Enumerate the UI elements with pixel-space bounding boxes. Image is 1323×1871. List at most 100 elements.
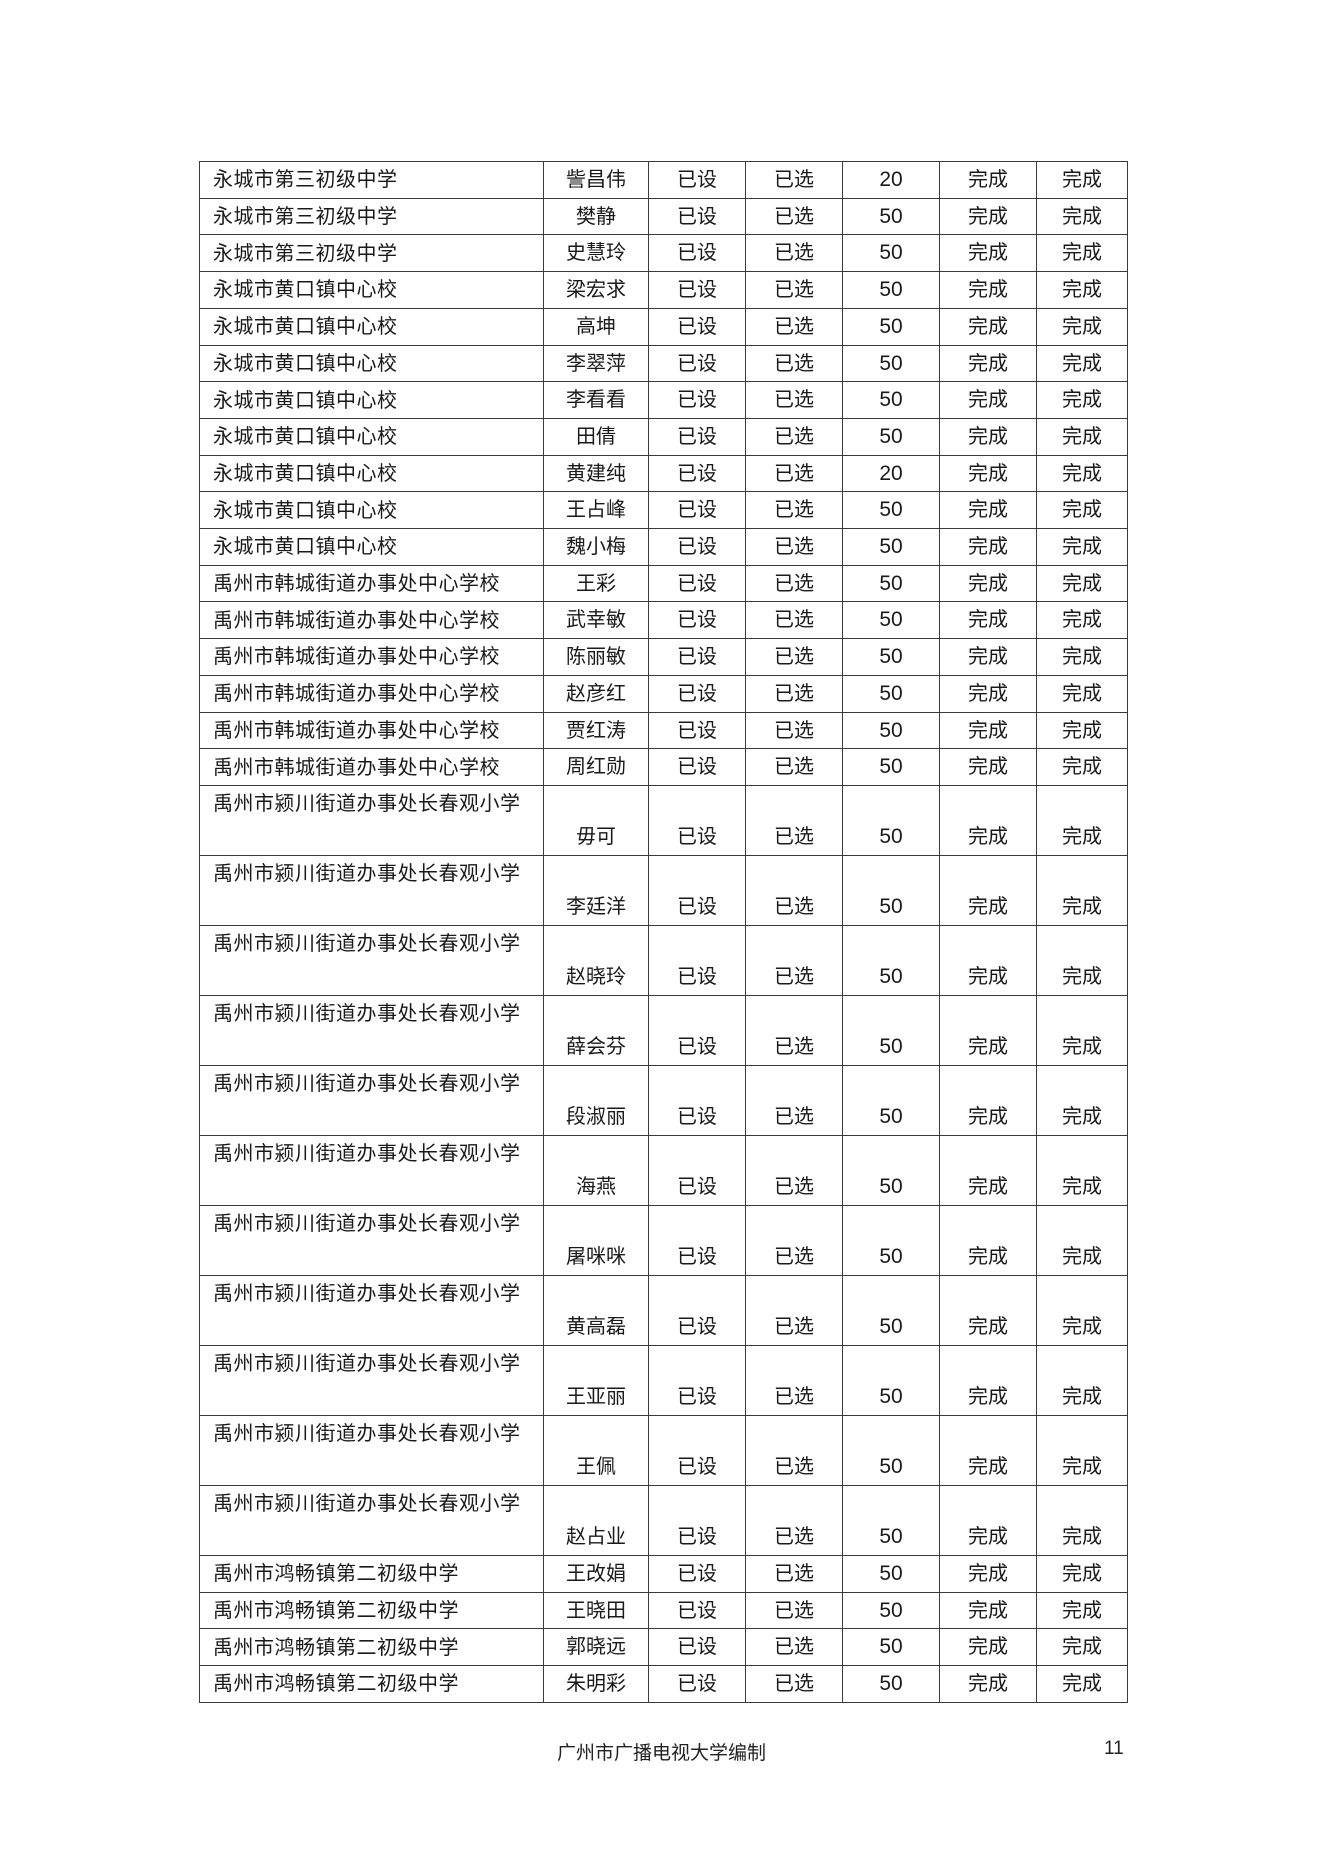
assessment-status-cell: 完成 (1036, 711, 1128, 750)
credits-cell: 50 (842, 1484, 940, 1556)
assessment-status-cell: 完成 (1036, 748, 1128, 786)
study-status-cell: 完成 (939, 1204, 1037, 1276)
credits-cell: 50 (842, 854, 940, 926)
course-selected-cell: 已选 (745, 454, 843, 493)
study-status-cell: 完成 (939, 344, 1037, 383)
school-cell: 永城市第三初级中学 (199, 197, 544, 236)
study-status-cell: 完成 (939, 1628, 1037, 1667)
table-row: 禹州市颍川街道办事处长春观小学 薛会芬 已设 已选 50 完成 完成 (199, 994, 1128, 1066)
teacher-name-cell: 薛会芬 (543, 994, 649, 1066)
assessment-status-cell: 完成 (1036, 924, 1128, 996)
study-status-cell: 完成 (939, 601, 1037, 640)
school-cell: 永城市黄口镇中心校 (199, 381, 544, 419)
school-cell: 永城市黄口镇中心校 (199, 344, 544, 383)
table-row: 永城市黄口镇中心校 田倩 已设 已选 50 完成 完成 (199, 417, 1128, 456)
teacher-name-cell: 魏小梅 (543, 528, 649, 566)
table-row: 永城市第三初级中学 史慧玲 已设 已选 50 完成 完成 (199, 234, 1128, 273)
credits-cell: 50 (842, 1204, 940, 1276)
study-status-cell: 完成 (939, 784, 1037, 856)
school-cell: 禹州市鸿畅镇第二初级中学 (199, 1628, 544, 1667)
assessment-status-cell: 完成 (1036, 454, 1128, 493)
table-row: 永城市黄口镇中心校 魏小梅 已设 已选 50 完成 完成 (199, 528, 1128, 566)
credits-cell: 50 (842, 1344, 940, 1416)
credits-cell: 50 (842, 1274, 940, 1346)
assessment-status-cell: 完成 (1036, 1344, 1128, 1416)
course-selected-cell: 已选 (745, 1274, 843, 1346)
course-set-cell: 已设 (648, 1665, 746, 1703)
study-status-cell: 完成 (939, 1414, 1037, 1486)
study-status-cell: 完成 (939, 234, 1037, 273)
teacher-name-cell: 赵占业 (543, 1484, 649, 1556)
course-selected-cell: 已选 (745, 1591, 843, 1630)
course-selected-cell: 已选 (745, 344, 843, 383)
study-status-cell: 完成 (939, 854, 1037, 926)
school-cell: 永城市黄口镇中心校 (199, 454, 544, 493)
study-status-cell: 完成 (939, 491, 1037, 530)
table-row: 禹州市鸿畅镇第二初级中学 王晓田 已设 已选 50 完成 完成 (199, 1591, 1128, 1630)
school-cell: 禹州市韩城街道办事处中心学校 (199, 601, 544, 640)
study-status-cell: 完成 (939, 924, 1037, 996)
school-cell: 永城市黄口镇中心校 (199, 491, 544, 530)
study-status-cell: 完成 (939, 528, 1037, 566)
course-selected-cell: 已选 (745, 1204, 843, 1276)
credits-cell: 50 (842, 381, 940, 419)
course-set-cell: 已设 (648, 381, 746, 419)
credits-cell: 50 (842, 307, 940, 346)
course-set-cell: 已设 (648, 344, 746, 383)
table-row: 永城市第三初级中学 樊静 已设 已选 50 完成 完成 (199, 197, 1128, 236)
course-selected-cell: 已选 (745, 528, 843, 566)
table-row: 禹州市鸿畅镇第二初级中学 王改娟 已设 已选 50 完成 完成 (199, 1554, 1128, 1593)
assessment-status-cell: 完成 (1036, 344, 1128, 383)
credits-cell: 50 (842, 674, 940, 713)
course-set-cell: 已设 (648, 271, 746, 309)
course-selected-cell: 已选 (745, 1134, 843, 1206)
assessment-status-cell: 完成 (1036, 197, 1128, 236)
credits-cell: 50 (842, 784, 940, 856)
table-row: 禹州市韩城街道办事处中心学校 赵彦红 已设 已选 50 完成 完成 (199, 674, 1128, 713)
roster-table: 永城市第三初级中学 訾昌伟 已设 已选 20 完成 完成 永城市第三初级中学 樊静 已设 已选 50 完… (199, 161, 1128, 1703)
footer-publisher: 广州市广播电视大学编制 (556, 1742, 766, 1764)
table-row: 永城市黄口镇中心校 王占峰 已设 已选 50 完成 完成 (199, 491, 1128, 530)
course-selected-cell: 已选 (745, 1628, 843, 1667)
course-selected-cell: 已选 (745, 1554, 843, 1593)
table-row: 禹州市颍川街道办事处长春观小学 李廷洋 已设 已选 50 完成 完成 (199, 854, 1128, 926)
study-status-cell: 完成 (939, 161, 1037, 199)
credits-cell: 50 (842, 1134, 940, 1206)
course-selected-cell: 已选 (745, 994, 843, 1066)
course-set-cell: 已设 (648, 784, 746, 856)
school-cell: 禹州市颍川街道办事处长春观小学 (199, 994, 544, 1066)
study-status-cell: 完成 (939, 994, 1037, 1066)
study-status-cell: 完成 (939, 307, 1037, 346)
teacher-name-cell: 王彩 (543, 564, 649, 603)
course-set-cell: 已设 (648, 711, 746, 750)
study-status-cell: 完成 (939, 271, 1037, 309)
table-row: 禹州市鸿畅镇第二初级中学 朱明彩 已设 已选 50 完成 完成 (199, 1665, 1128, 1703)
course-selected-cell: 已选 (745, 491, 843, 530)
teacher-name-cell: 陈丽敏 (543, 638, 649, 676)
teacher-name-cell: 王晓田 (543, 1591, 649, 1630)
course-selected-cell: 已选 (745, 161, 843, 199)
teacher-name-cell: 史慧玲 (543, 234, 649, 273)
assessment-status-cell: 完成 (1036, 1554, 1128, 1593)
assessment-status-cell: 完成 (1036, 674, 1128, 713)
table-row: 禹州市颍川街道办事处长春观小学 段淑丽 已设 已选 50 完成 完成 (199, 1064, 1128, 1136)
credits-cell: 50 (842, 528, 940, 566)
study-status-cell: 完成 (939, 1064, 1037, 1136)
school-cell: 禹州市颍川街道办事处长春观小学 (199, 1274, 544, 1346)
teacher-name-cell: 赵彦红 (543, 674, 649, 713)
course-selected-cell: 已选 (745, 234, 843, 273)
teacher-name-cell: 梁宏求 (543, 271, 649, 309)
study-status-cell: 完成 (939, 674, 1037, 713)
table-row: 禹州市颍川街道办事处长春观小学 黄高磊 已设 已选 50 完成 完成 (199, 1274, 1128, 1346)
assessment-status-cell: 完成 (1036, 1628, 1128, 1667)
table-row: 禹州市韩城街道办事处中心学校 贾红涛 已设 已选 50 完成 完成 (199, 711, 1128, 750)
course-set-cell: 已设 (648, 674, 746, 713)
course-selected-cell: 已选 (745, 197, 843, 236)
school-cell: 禹州市韩城街道办事处中心学校 (199, 564, 544, 603)
credits-cell: 50 (842, 417, 940, 456)
course-selected-cell: 已选 (745, 564, 843, 603)
study-status-cell: 完成 (939, 1591, 1037, 1630)
study-status-cell: 完成 (939, 748, 1037, 786)
school-cell: 永城市黄口镇中心校 (199, 528, 544, 566)
table-row: 禹州市韩城街道办事处中心学校 陈丽敏 已设 已选 50 完成 完成 (199, 638, 1128, 676)
